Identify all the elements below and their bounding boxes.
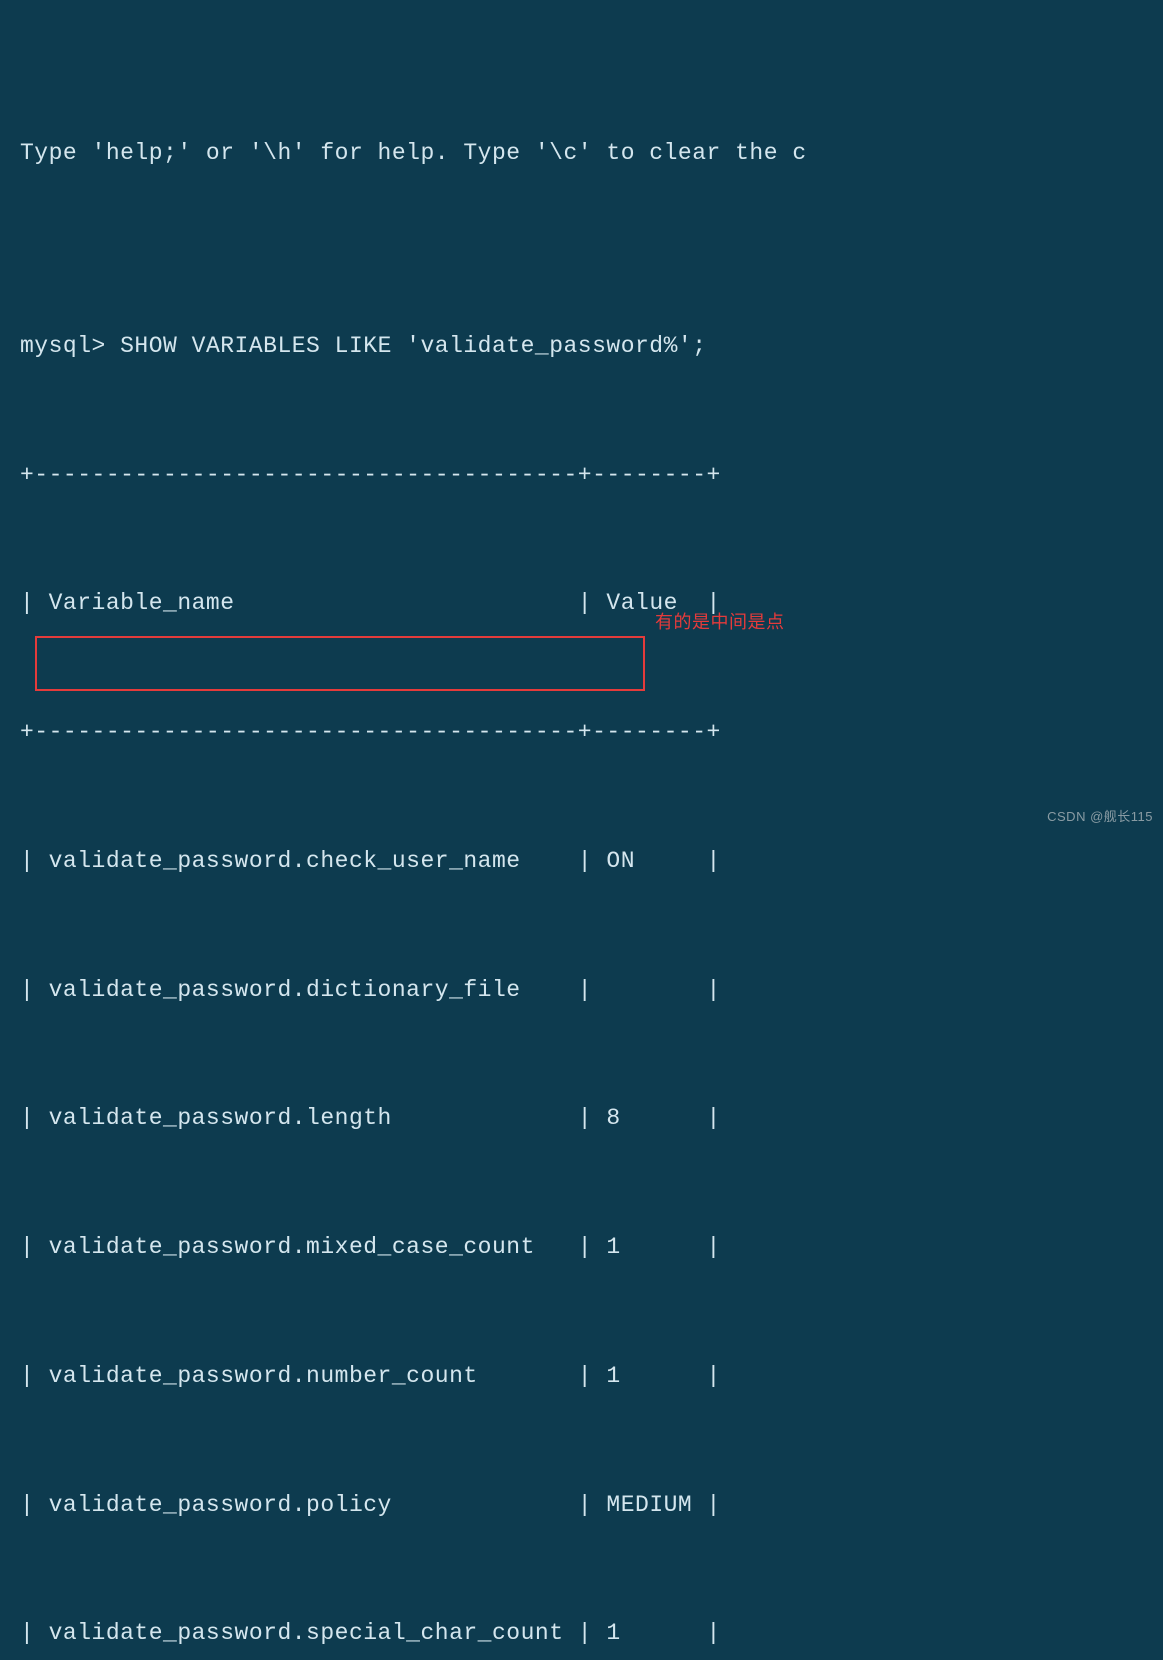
column-header-name: Variable_name — [49, 590, 235, 616]
blank-line-4 — [20, 523, 1143, 555]
blank-line-1 — [20, 201, 1143, 233]
table-border-top: +--------------------------------------+… — [20, 459, 1143, 491]
table-border-mid: +--------------------------------------+… — [20, 716, 1143, 748]
cell-name: validate_password.length — [49, 1105, 392, 1131]
annotation-text: 有的是中间是点 — [655, 610, 785, 635]
blank-line-9 — [20, 1167, 1143, 1199]
cell-name: validate_password.special_char_count — [49, 1620, 564, 1646]
table-row: | validate_password.length | 8 | — [20, 1102, 1143, 1134]
blank-line-8 — [20, 1038, 1143, 1070]
mysql-prompt: mysql> — [20, 333, 120, 359]
table-row: | validate_password.policy | MEDIUM | — [20, 1489, 1143, 1521]
table-row: | validate_password.special_char_count |… — [20, 1617, 1143, 1649]
cell-name: validate_password.dictionary_file — [49, 977, 521, 1003]
cell-name: validate_password.mixed_case_count — [49, 1234, 535, 1260]
blank-line-10 — [20, 1296, 1143, 1328]
terminal-help-line: Type 'help;' or '\h' for help. Type '\c'… — [20, 137, 1143, 169]
cell-value: 1 — [606, 1234, 620, 1260]
table-row: | validate_password.dictionary_file | | — [20, 974, 1143, 1006]
cell-name: validate_password.check_user_name — [49, 848, 521, 874]
table-header-row: | Variable_name | Value | — [20, 587, 1143, 619]
blank-line-7 — [20, 909, 1143, 941]
blank-line-12 — [20, 1553, 1143, 1585]
blank-line-11 — [20, 1424, 1143, 1456]
blank-line-5 — [20, 652, 1143, 684]
cell-name: validate_password.policy — [49, 1492, 392, 1518]
sql-command: SHOW VARIABLES LIKE 'validate_password%'… — [120, 333, 706, 359]
cell-value: ON — [606, 848, 635, 874]
cell-value: MEDIUM — [606, 1492, 692, 1518]
blank-line-3 — [20, 394, 1143, 426]
cell-value: 8 — [606, 1105, 620, 1131]
table-row: | validate_password.number_count | 1 | — [20, 1360, 1143, 1392]
table-row: | validate_password.mixed_case_count | 1… — [20, 1231, 1143, 1263]
table-row: | validate_password.check_user_name | ON… — [20, 845, 1143, 877]
prompt-line[interactable]: mysql> SHOW VARIABLES LIKE 'validate_pas… — [20, 330, 1143, 362]
cell-value: 1 — [606, 1363, 620, 1389]
blank-line-2 — [20, 266, 1143, 298]
help-text: Type 'help;' or '\h' for help. Type '\c'… — [20, 140, 807, 166]
watermark: CSDN @舰长115 — [1047, 808, 1153, 826]
cell-name: validate_password.number_count — [49, 1363, 478, 1389]
cell-value: 1 — [606, 1620, 620, 1646]
blank-line-6 — [20, 781, 1143, 813]
